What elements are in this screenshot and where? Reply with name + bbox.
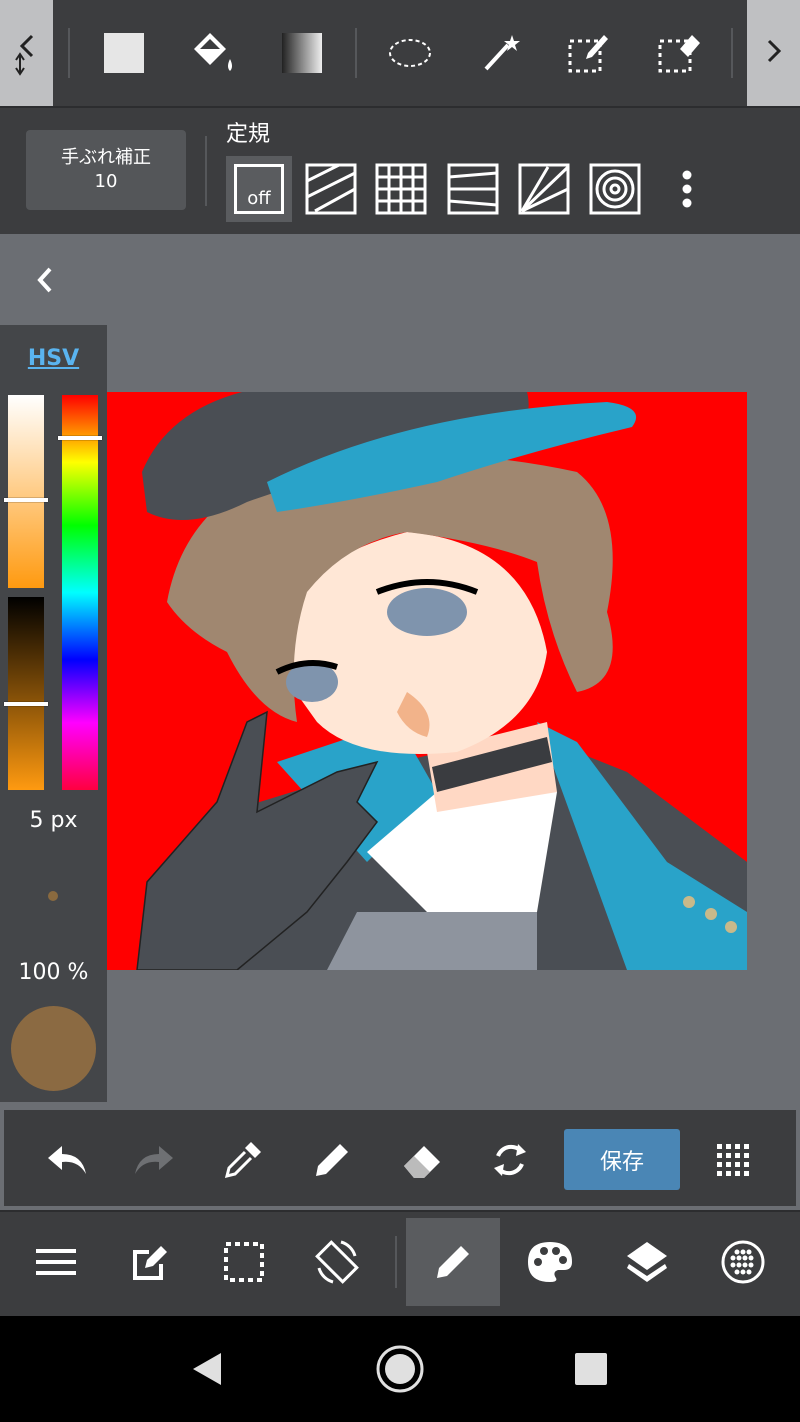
brush-size-preview: [48, 891, 58, 901]
saturation-slider[interactable]: [8, 395, 44, 588]
ruler-off-label: off: [234, 164, 284, 214]
toolbar-scroll-left-button[interactable]: [0, 0, 53, 106]
brush-menu-button[interactable]: [406, 1218, 500, 1306]
perspective-lines-icon: [447, 163, 499, 215]
pen-tool-button[interactable]: [300, 1128, 364, 1192]
bottom-divider: [395, 1236, 397, 1288]
selection-rect-icon: [224, 1242, 264, 1282]
ruler-label: 定規: [226, 122, 271, 147]
more-vertical-icon: [682, 170, 692, 208]
undo-icon: [48, 1146, 86, 1174]
gradient-tool-button[interactable]: [270, 21, 334, 85]
system-back-button[interactable]: [172, 1336, 242, 1402]
hue-slider-handle[interactable]: [58, 436, 102, 440]
chevron-right-icon: [767, 39, 781, 63]
hamburger-menu-icon: [36, 1249, 76, 1275]
toolbar-divider: [68, 28, 70, 78]
selection-pen-icon: [568, 35, 608, 73]
ruler-off-button[interactable]: off: [226, 156, 292, 222]
value-slider-handle[interactable]: [4, 702, 48, 706]
concentric-circles-icon: [589, 163, 641, 215]
color-mode-toggle[interactable]: HSV: [0, 346, 107, 371]
eraser-icon: [404, 1146, 440, 1178]
chevron-left-icon: [14, 34, 33, 76]
gradient-icon: [282, 33, 322, 73]
sync-icon: [494, 1144, 526, 1176]
select-eraser-tool-button[interactable]: [646, 21, 710, 85]
lasso-icon: [389, 39, 431, 67]
saturation-slider-handle[interactable]: [4, 498, 48, 502]
back-triangle-icon: [193, 1353, 221, 1385]
rotate-canvas-button[interactable]: [292, 1218, 382, 1306]
layers-menu-button[interactable]: [602, 1218, 692, 1306]
material-menu-button[interactable]: [698, 1218, 788, 1306]
value-slider[interactable]: [8, 597, 44, 790]
lasso-select-tool-button[interactable]: [378, 21, 442, 85]
stabilizer-value: 10: [94, 171, 118, 192]
paint-bucket-icon: [194, 33, 232, 71]
chevron-left-icon: [37, 267, 52, 293]
palette-menu-button[interactable]: [505, 1218, 595, 1306]
character-illustration: [136, 392, 747, 970]
home-circle-icon: [376, 1345, 424, 1393]
system-recents-button[interactable]: [556, 1336, 626, 1402]
hue-slider[interactable]: [62, 395, 98, 790]
grid-dots-icon: [717, 1144, 749, 1176]
opacity-label[interactable]: 100 %: [0, 960, 107, 985]
rectangle-fill-tool-button[interactable]: [92, 21, 156, 85]
magic-wand-icon: [484, 35, 520, 71]
ruler-perspective-parallel-button[interactable]: [440, 156, 506, 222]
magic-wand-tool-button[interactable]: [468, 21, 532, 85]
redo-icon: [135, 1146, 173, 1174]
stabilizer-button[interactable]: 手ぶれ補正 10: [26, 130, 186, 210]
parallel-lines-icon: [305, 163, 357, 215]
recents-square-icon: [575, 1353, 607, 1385]
toolbar-scroll-right-button[interactable]: [747, 0, 800, 106]
ruler-radial-button[interactable]: [511, 156, 577, 222]
grid-icon: [375, 163, 427, 215]
artwork-canvas[interactable]: [107, 392, 747, 970]
collapse-panel-button[interactable]: [24, 258, 64, 302]
pencil-icon: [316, 1144, 348, 1176]
brush-size-label[interactable]: 5 px: [0, 808, 107, 833]
layers-icon: [627, 1242, 667, 1282]
options-divider: [205, 136, 207, 206]
quick-menu-button[interactable]: [701, 1128, 765, 1192]
save-button[interactable]: 保存: [564, 1129, 680, 1190]
palette-icon: [528, 1242, 572, 1282]
dotted-circle-icon: [721, 1240, 765, 1284]
system-home-button[interactable]: [365, 1336, 435, 1402]
screen-rotation-icon: [315, 1240, 359, 1284]
selection-eraser-icon: [658, 35, 700, 73]
square-icon: [104, 33, 144, 73]
selection-menu-button[interactable]: [199, 1218, 289, 1306]
main-menu-button[interactable]: [11, 1218, 101, 1306]
edit-icon: [133, 1246, 167, 1280]
radial-lines-icon: [518, 163, 570, 215]
edit-menu-button[interactable]: [104, 1218, 194, 1306]
ruler-more-options-button[interactable]: [654, 156, 720, 222]
select-pen-tool-button[interactable]: [556, 21, 620, 85]
toolbar-divider: [731, 28, 733, 78]
ruler-concentric-button[interactable]: [582, 156, 648, 222]
eraser-tool-button[interactable]: [390, 1128, 454, 1192]
current-color-swatch[interactable]: [11, 1006, 96, 1091]
undo-button[interactable]: [34, 1128, 98, 1192]
eyedropper-icon: [224, 1142, 261, 1179]
toolbar-divider: [355, 28, 357, 78]
flip-transform-button[interactable]: [478, 1128, 542, 1192]
ruler-parallel-button[interactable]: [298, 156, 364, 222]
eyedropper-button[interactable]: [211, 1128, 275, 1192]
redo-button[interactable]: [123, 1128, 187, 1192]
ruler-grid-button[interactable]: [368, 156, 434, 222]
pencil-icon: [437, 1246, 469, 1278]
bucket-fill-tool-button[interactable]: [180, 21, 244, 85]
stabilizer-label: 手ぶれ補正: [61, 147, 151, 168]
